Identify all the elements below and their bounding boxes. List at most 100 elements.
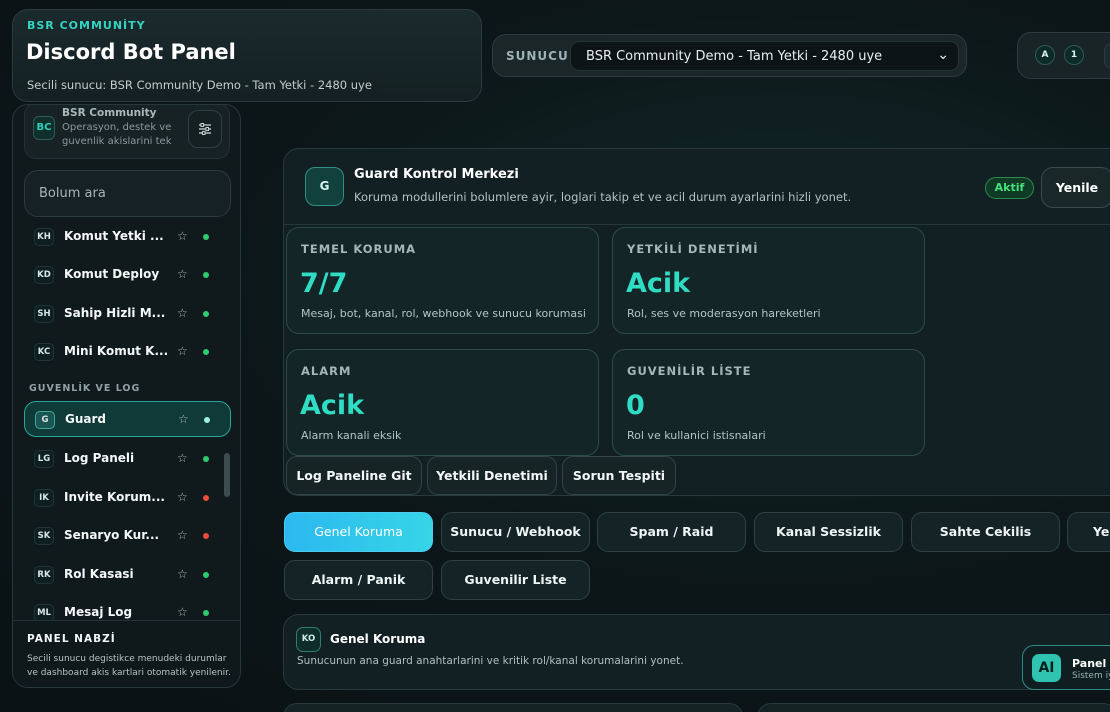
stat-card-temel-koruma: TEMEL KORUMA 7/7 Mesaj, bot, kanal, rol,… — [286, 227, 599, 334]
status-dot — [203, 533, 209, 539]
sidebar-item-log-paneli[interactable]: LG Log Paneli ☆ — [24, 441, 231, 477]
sidebar-scrollbar[interactable] — [224, 453, 230, 497]
tab-kanal-sessizlik[interactable]: Kanal Sessizlik — [754, 512, 903, 552]
stat-card-guvenilir-liste: GUVENİLİR LİSTE 0 Rol ve kullanici istis… — [612, 349, 925, 456]
sidebar-item-label: Guard — [65, 412, 106, 426]
star-icon[interactable]: ☆ — [177, 567, 188, 581]
sidebar-item-label: Mini Komut K... — [64, 344, 169, 358]
tab-sahte-cekilis[interactable]: Sahte Cekilis — [911, 512, 1060, 552]
sidebar-item-label: Mesaj Log — [64, 605, 133, 619]
nav-code-badge: KH — [34, 228, 54, 246]
user-badges: A 1 — [1017, 32, 1110, 79]
panel-pulse-desc: Secili sunucu degistikce menudeki duruml… — [27, 654, 231, 678]
stat-label: TEMEL KORUMA — [301, 242, 417, 256]
star-icon[interactable]: ☆ — [177, 451, 188, 465]
chevron-down-icon: ⌄ — [937, 47, 949, 63]
tab-guvenilir-liste[interactable]: Guvenilir Liste — [441, 560, 590, 600]
tab-alarm-panik[interactable]: Alarm / Panik — [284, 560, 433, 600]
bottom-card-left — [283, 703, 743, 712]
nav-code-badge: SK — [34, 527, 54, 545]
stat-desc: Alarm kanali eksik — [301, 429, 402, 442]
app-title: Discord Bot Panel — [26, 40, 236, 64]
guard-control-card: G Guard Kontrol Merkezi Koruma modulleri… — [283, 148, 1110, 496]
sidebar-item-komut-deploy[interactable]: KD Komut Deploy ☆ — [24, 257, 231, 293]
divider — [284, 224, 1110, 225]
stat-label: ALARM — [301, 364, 352, 378]
menu-button[interactable] — [1104, 43, 1110, 69]
status-dot — [203, 610, 209, 616]
server-label: SUNUCU — [506, 49, 569, 63]
stat-desc: Rol, ses ve moderasyon hareketleri — [627, 307, 821, 320]
star-icon[interactable]: ☆ — [177, 267, 188, 281]
stat-value: Acik — [300, 390, 365, 421]
ai-assistant-card[interactable]: AI Panel Asistani Sistem iyi — [1022, 645, 1110, 690]
community-name: BSR Community — [62, 107, 157, 119]
status-dot — [203, 456, 209, 462]
stat-value: 7/7 — [300, 268, 348, 299]
star-icon[interactable]: ☆ — [177, 306, 188, 320]
page-title: Guard Kontrol Merkezi — [354, 167, 519, 182]
star-icon[interactable]: ☆ — [177, 528, 188, 542]
star-icon[interactable]: ☆ — [177, 229, 188, 243]
nav-code-badge: IK — [34, 489, 54, 507]
sliders-icon[interactable] — [188, 110, 222, 148]
nav-code-badge: SH — [34, 305, 54, 323]
bottom-card-right — [757, 703, 1110, 712]
status-dot — [203, 234, 209, 240]
sidebar-item-sahip-hizli[interactable]: SH Sahip Hizli M... ☆ — [24, 296, 231, 332]
community-desc: Operasyon, destek ve guvenlik akislarini… — [62, 122, 172, 147]
star-icon[interactable]: ☆ — [177, 605, 188, 619]
server-selector: SUNUCU BSR Community Demo - Tam Yetki - … — [492, 34, 967, 77]
stat-label: GUVENİLİR LİSTE — [627, 364, 752, 378]
community-card: BC BSR Community Operasyon, destek ve gu… — [24, 105, 230, 159]
sidebar-item-label: Rol Kasasi — [64, 567, 134, 581]
server-dropdown-value: BSR Community Demo - Tam Yetki - 2480 uy… — [586, 49, 883, 64]
tab-genel-koruma[interactable]: Genel Koruma — [284, 512, 433, 552]
tab-spam-raid[interactable]: Spam / Raid — [597, 512, 746, 552]
sidebar-item-mini-komut[interactable]: KC Mini Komut K... ☆ — [24, 334, 231, 370]
status-dot — [203, 349, 209, 355]
sidebar-item-label: Log Paneli — [64, 451, 135, 465]
stat-card-yetkili-denetimi: YETKİLİ DENETİMİ Acik Rol, ses ve modera… — [612, 227, 925, 334]
nav-code-badge: KC — [34, 343, 54, 361]
status-dot — [203, 495, 209, 501]
genel-koruma-section: KO Genel Koruma Sunucunun ana guard anah… — [283, 614, 1110, 690]
sidebar-item-komut-yetki[interactable]: KH Komut Yetki ... ☆ — [24, 219, 231, 255]
sidebar: BC BSR Community Operasyon, destek ve gu… — [12, 104, 241, 688]
tab-more[interactable]: Ye — [1067, 512, 1110, 552]
nav-code-badge: RK — [34, 566, 54, 584]
refresh-button[interactable]: Yenile — [1041, 167, 1110, 208]
star-icon[interactable]: ☆ — [177, 344, 188, 358]
panel-pulse-title: PANEL NABZİ — [27, 633, 116, 645]
brand-card: BSR COMMUNİTY Discord Bot Panel Secili s… — [12, 9, 482, 102]
status-badge: Aktif — [985, 177, 1034, 199]
section-subtitle: Sunucunun ana guard anahtarlarini ve kri… — [297, 655, 684, 667]
stat-label: YETKİLİ DENETİMİ — [627, 242, 759, 256]
tab-sunucu-webhook[interactable]: Sunucu / Webhook — [441, 512, 590, 552]
log-panel-button[interactable]: Log Paneline Git — [286, 456, 422, 495]
section-title: Genel Koruma — [330, 632, 426, 646]
sidebar-item-guard[interactable]: G Guard ☆ — [24, 401, 231, 437]
status-dot — [203, 311, 209, 317]
yetkili-denetimi-button[interactable]: Yetkili Denetimi — [427, 456, 557, 495]
sidebar-item-senaryo[interactable]: SK Senaryo Kur... ☆ — [24, 518, 231, 554]
stat-value: 0 — [626, 390, 645, 421]
star-icon[interactable]: ☆ — [177, 490, 188, 504]
sidebar-item-rol-kasasi[interactable]: RK Rol Kasasi ☆ — [24, 557, 231, 593]
sidebar-item-invite-koruma[interactable]: IK Invite Korum... ☆ — [24, 480, 231, 516]
sorun-tespiti-button[interactable]: Sorun Tespiti — [562, 456, 676, 495]
status-dot — [203, 272, 209, 278]
stat-value: Acik — [626, 268, 691, 299]
panel-pulse: PANEL NABZİ Secili sunucu degistikce men… — [13, 620, 240, 687]
status-dot — [204, 417, 210, 423]
server-dropdown[interactable]: BSR Community Demo - Tam Yetki - 2480 uy… — [570, 41, 959, 71]
sidebar-section-label: GUVENLİK VE LOG — [29, 383, 141, 394]
section-search-input[interactable] — [24, 170, 231, 217]
sidebar-item-label: Komut Yetki ... — [64, 229, 164, 243]
star-icon[interactable]: ☆ — [178, 412, 189, 426]
selected-server-text: Secili sunucu: BSR Community Demo - Tam … — [27, 78, 372, 92]
sidebar-item-label: Senaryo Kur... — [64, 528, 160, 542]
notification-count-badge[interactable]: 1 — [1064, 45, 1084, 65]
avatar-badge[interactable]: A — [1035, 45, 1055, 65]
sidebar-item-label: Komut Deploy — [64, 267, 160, 281]
